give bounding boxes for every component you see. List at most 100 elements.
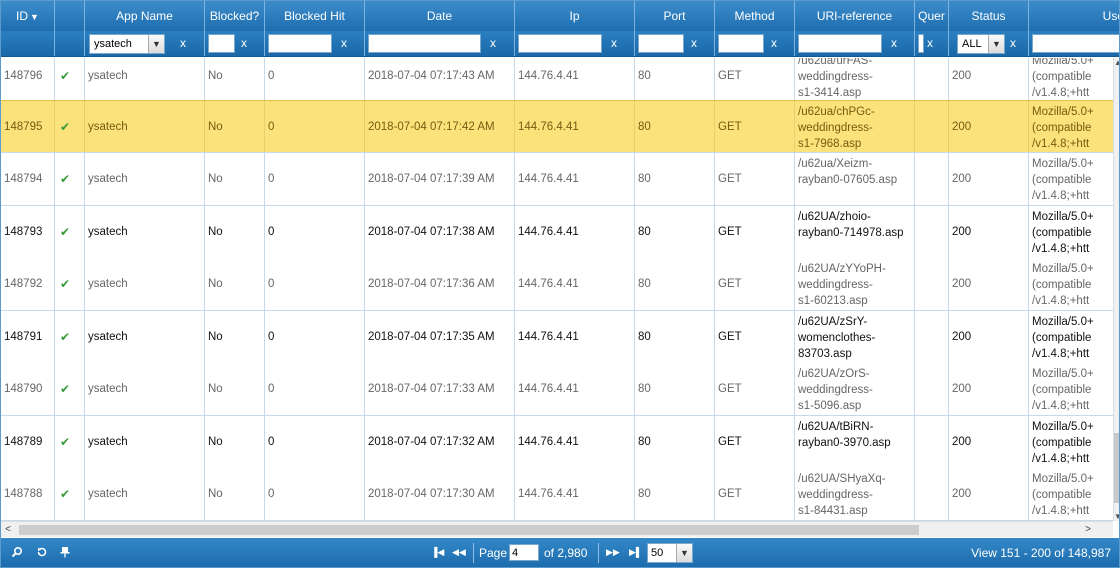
- scroll-up-icon[interactable]: ▲: [1114, 58, 1119, 67]
- cell-query: [915, 416, 949, 468]
- clear-status-filter-button[interactable]: x: [1010, 35, 1016, 51]
- cell-check: ✔: [55, 258, 85, 310]
- table-row[interactable]: 148791 ✔ ysatech No 0 2018-07-04 07:17:35 AM 1…: [1, 311, 1113, 364]
- cell-check: ✔: [55, 311, 85, 363]
- query-filter-input[interactable]: [918, 34, 924, 53]
- search-icon[interactable]: [11, 546, 23, 561]
- table-row[interactable]: 148794 ✔ ysatech No 0 2018-07-04 07:17:39 AM 1…: [1, 153, 1113, 206]
- request-log-grid: ID ▼ App Name Blocked? Blocked Hit Date I…: [0, 0, 1120, 568]
- pager-separator: [473, 543, 474, 563]
- clear-app-name-filter-button[interactable]: x: [180, 35, 186, 51]
- cell-ip: 144.76.4.41: [515, 58, 635, 102]
- first-page-icon[interactable]: ▐◀: [431, 547, 444, 558]
- table-row[interactable]: 148793 ✔ ysatech No 0 2018-07-04 07:17:38 AM 1…: [1, 206, 1113, 259]
- pager-bar: ▐◀ ◀◀ Page of 2,980 ▶▶ ▶▌ 50▼ View 151 -…: [1, 538, 1119, 567]
- column-header-query[interactable]: Quer: [915, 1, 949, 31]
- filter-cell-blocked: x: [205, 31, 265, 56]
- column-header-method[interactable]: Method: [715, 1, 795, 31]
- cell-ip: 144.76.4.41: [515, 311, 635, 363]
- cell-app-name: ysatech: [85, 311, 205, 363]
- clear-ip-filter-button[interactable]: x: [611, 35, 617, 51]
- cell-app-name: ysatech: [85, 206, 205, 258]
- page-count: of 2,980: [544, 546, 588, 560]
- cell-blocked: No: [205, 101, 265, 152]
- blocked-filter-input[interactable]: [208, 34, 235, 53]
- cell-user-agent: Mozilla/5.0+ (compatible /v1.4.8;+htt: [1029, 468, 1113, 520]
- clear-blocked-filter-button[interactable]: x: [241, 35, 247, 51]
- cell-date: 2018-07-04 07:17:38 AM: [365, 206, 515, 258]
- horizontal-scrollbar[interactable]: < >: [1, 521, 1113, 537]
- app-name-filter-select[interactable]: ysatech ▼: [89, 34, 165, 54]
- column-header-check[interactable]: [55, 1, 85, 31]
- cell-method: GET: [715, 58, 795, 102]
- chevron-down-icon[interactable]: ▼: [148, 35, 164, 53]
- cell-method: GET: [715, 363, 795, 415]
- column-header-blocked-hit[interactable]: Blocked Hit: [265, 1, 365, 31]
- date-filter-input[interactable]: [368, 34, 481, 53]
- ip-filter-input[interactable]: [518, 34, 602, 53]
- clear-blocked-hit-filter-button[interactable]: x: [341, 35, 347, 51]
- column-header-ip[interactable]: Ip: [515, 1, 635, 31]
- column-header-port[interactable]: Port: [635, 1, 715, 31]
- table-row[interactable]: 148795 ✔ ysatech No 0 2018-07-04 07:17:42 AM 1…: [1, 100, 1113, 153]
- table-row[interactable]: 148788 ✔ ysatech No 0 2018-07-04 07:17:30 AM 1…: [1, 468, 1113, 521]
- cell-port: 80: [635, 468, 715, 520]
- status-filter-select[interactable]: ALL ▼: [957, 34, 1005, 54]
- pin-icon[interactable]: [60, 546, 70, 561]
- refresh-icon[interactable]: [36, 546, 48, 561]
- column-header-row: ID ▼ App Name Blocked? Blocked Hit Date I…: [1, 1, 1119, 31]
- cell-uri: /u62ua/urFAS- weddingdress- s1-3414.asp: [795, 58, 915, 102]
- table-row[interactable]: 148796 ✔ ysatech No 0 2018-07-04 07:17:43 AM 1…: [1, 58, 1113, 103]
- previous-page-icon[interactable]: ◀◀: [452, 547, 466, 558]
- vertical-scroll-thumb[interactable]: [1114, 433, 1119, 503]
- cell-app-name: ysatech: [85, 363, 205, 415]
- cell-blocked-hit: 0: [265, 363, 365, 415]
- cell-query: [915, 206, 949, 258]
- chevron-down-icon[interactable]: ▼: [988, 35, 1004, 53]
- cell-ip: 144.76.4.41: [515, 258, 635, 310]
- clear-method-filter-button[interactable]: x: [771, 35, 777, 51]
- cell-status: 200: [949, 363, 1029, 415]
- next-page-icon[interactable]: ▶▶: [606, 547, 620, 558]
- cell-port: 80: [635, 101, 715, 152]
- horizontal-scroll-thumb[interactable]: [19, 525, 919, 535]
- cell-port: 80: [635, 153, 715, 205]
- port-filter-input[interactable]: [638, 34, 684, 53]
- column-header-uri[interactable]: URI-reference: [795, 1, 915, 31]
- filter-cell-user-agent: [1029, 31, 1119, 56]
- table-row[interactable]: 148790 ✔ ysatech No 0 2018-07-04 07:17:33 AM 1…: [1, 363, 1113, 416]
- cell-ip: 144.76.4.41: [515, 468, 635, 520]
- cell-blocked-hit: 0: [265, 101, 365, 152]
- scroll-right-icon[interactable]: >: [1081, 522, 1095, 538]
- column-header-blocked[interactable]: Blocked?: [205, 1, 265, 31]
- cell-check: ✔: [55, 206, 85, 258]
- uri-filter-input[interactable]: [798, 34, 882, 53]
- cell-date: 2018-07-04 07:17:43 AM: [365, 58, 515, 102]
- column-header-status[interactable]: Status: [949, 1, 1029, 31]
- table-row[interactable]: 148789 ✔ ysatech No 0 2018-07-04 07:17:32 AM 1…: [1, 416, 1113, 469]
- clear-uri-filter-button[interactable]: x: [891, 35, 897, 51]
- method-filter-input[interactable]: [718, 34, 764, 53]
- chevron-down-icon[interactable]: ▼: [676, 544, 692, 562]
- clear-port-filter-button[interactable]: x: [691, 35, 697, 51]
- cell-check: ✔: [55, 101, 85, 152]
- sort-desc-icon: ▼: [30, 12, 39, 22]
- column-header-app-name[interactable]: App Name: [85, 1, 205, 31]
- table-row[interactable]: 148792 ✔ ysatech No 0 2018-07-04 07:17:36 AM 1…: [1, 258, 1113, 311]
- clear-query-filter-button[interactable]: x: [927, 35, 933, 51]
- column-header-user-agent[interactable]: Use: [1029, 1, 1119, 31]
- clear-date-filter-button[interactable]: x: [490, 35, 496, 51]
- page-number-input[interactable]: [509, 544, 539, 561]
- cell-port: 80: [635, 416, 715, 468]
- last-page-icon[interactable]: ▶▌: [629, 547, 642, 558]
- cell-uri: /u62UA/zSrY- womenclothes- 83703.asp: [795, 311, 915, 363]
- page-size-select[interactable]: 50 ▼: [647, 543, 693, 563]
- blocked-hit-filter-input[interactable]: [268, 34, 332, 53]
- column-header-date[interactable]: Date: [365, 1, 515, 31]
- scroll-left-icon[interactable]: <: [1, 522, 15, 538]
- user-agent-filter-input[interactable]: [1032, 34, 1119, 53]
- scroll-down-icon[interactable]: ▼: [1114, 512, 1119, 521]
- column-header-id[interactable]: ID ▼: [1, 1, 55, 31]
- vertical-scrollbar[interactable]: ▲ ▼: [1113, 58, 1119, 521]
- cell-port: 80: [635, 363, 715, 415]
